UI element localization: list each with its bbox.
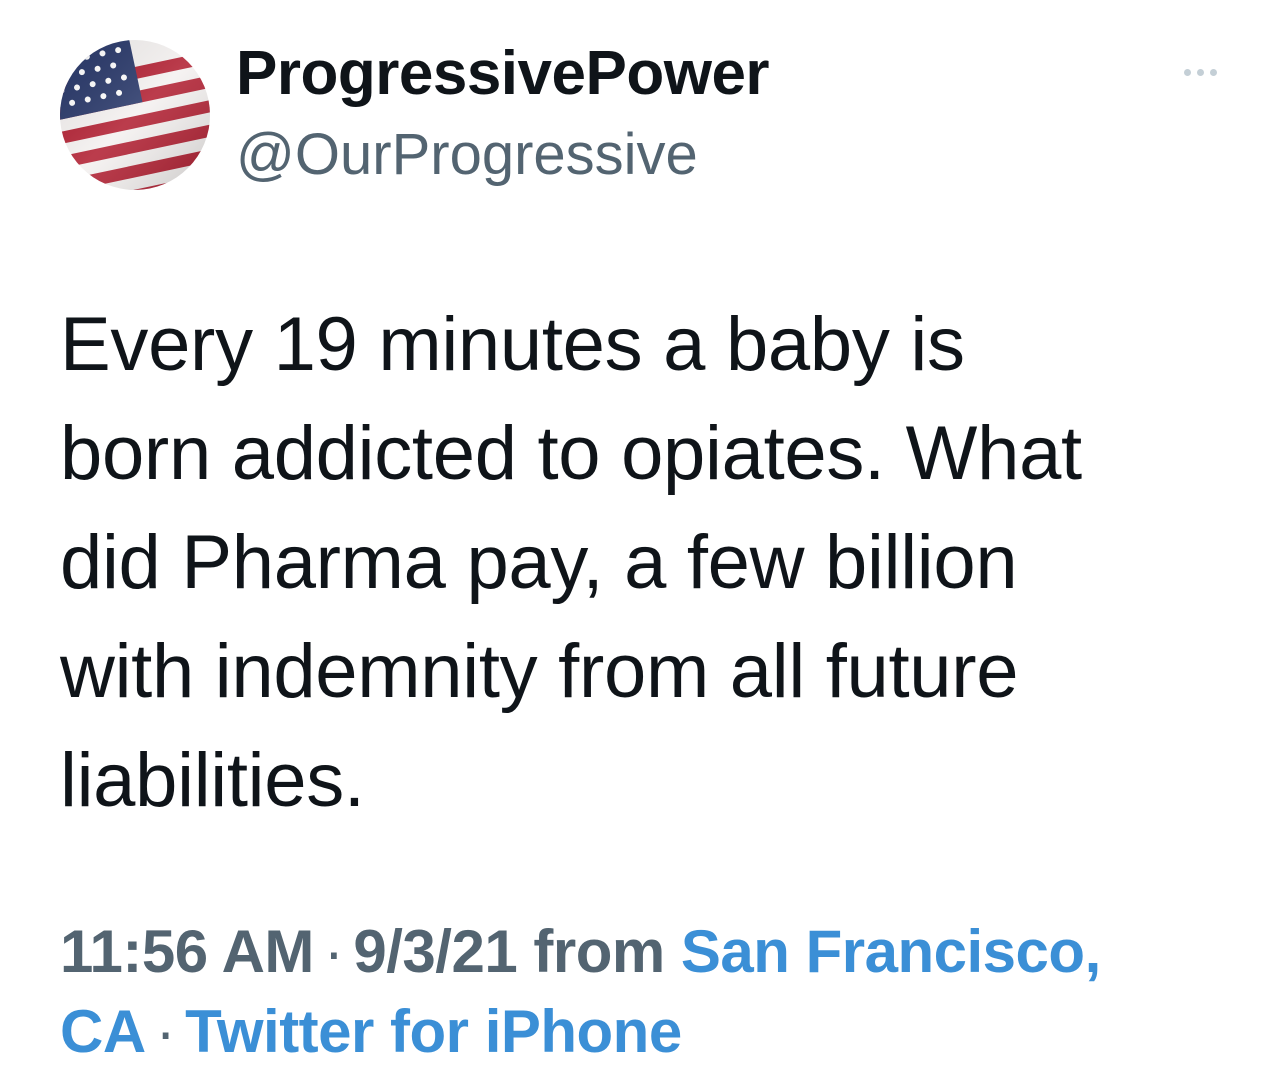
- author-display-name[interactable]: ProgressivePower: [236, 38, 770, 110]
- avatar[interactable]: [60, 40, 210, 190]
- tweet-time[interactable]: 11:56 AM: [60, 918, 314, 985]
- tweet-text: Every 19 minutes a baby is born addicted…: [60, 302, 1082, 823]
- from-label: from: [533, 918, 665, 985]
- meta-separator: ·: [323, 918, 344, 985]
- tweet-date[interactable]: 9/3/21: [353, 918, 517, 985]
- more-options-icon[interactable]: [1172, 58, 1228, 86]
- meta-separator: ·: [155, 998, 176, 1065]
- american-flag-avatar-icon: [60, 40, 210, 190]
- tweet-meta: 11:56 AM · 9/3/21 from San Francisco, CA · T…: [60, 912, 1250, 1072]
- tweet-card: ProgressivePower @OurProgressive Every 1…: [0, 0, 1284, 1092]
- source-link[interactable]: Twitter for iPhone: [185, 998, 682, 1065]
- author-handle[interactable]: @OurProgressive: [236, 120, 698, 190]
